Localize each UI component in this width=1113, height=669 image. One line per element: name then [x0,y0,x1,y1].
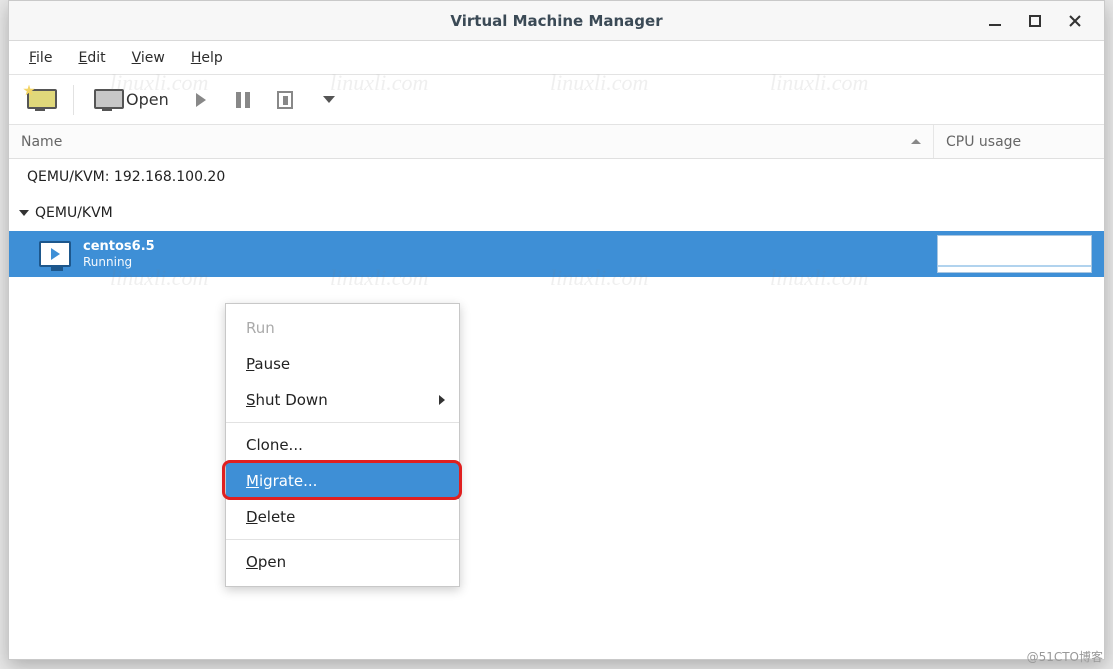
minimize-button[interactable] [984,10,1006,32]
ctx-pause[interactable]: Pause [226,346,459,382]
host-local[interactable]: QEMU/KVM [9,195,1104,231]
ctx-clone[interactable]: Clone... [226,427,459,463]
vm-running-icon [39,241,71,267]
window-title: Virtual Machine Manager [9,12,1104,30]
column-headers: Name CPU usage [9,125,1104,159]
toolbar-separator [73,85,74,115]
title-bar: Virtual Machine Manager [9,1,1104,41]
vm-row-selected[interactable]: centos6.5 Running [9,231,1104,277]
new-vm-button[interactable] [19,82,61,118]
play-icon [196,93,206,107]
menu-file[interactable]: File [17,44,64,72]
ctx-open-label: Open [246,553,286,571]
window-controls [984,1,1098,41]
disclosure-triangle-icon [19,210,29,216]
vm-status: Running [83,255,155,269]
menu-help[interactable]: Help [179,44,235,72]
ctx-shutdown[interactable]: Shut Down [226,382,459,418]
toolbar: Open [9,75,1104,125]
ctx-delete[interactable]: Delete [226,499,459,535]
column-cpu-label: CPU usage [946,134,1021,150]
open-label: Open [126,90,169,109]
monitor-icon [94,89,120,111]
maximize-button[interactable] [1024,10,1046,32]
vm-context-menu: Run Pause Shut Down Clone... Migrate... … [225,303,460,587]
vm-list: QEMU/KVM: 192.168.100.20 QEMU/KVM centos… [9,159,1104,277]
ctx-pause-label: Pause [246,355,290,373]
ctx-separator [226,422,459,423]
open-vm-button[interactable]: Open [86,82,177,118]
host-local-label: QEMU/KVM [35,205,113,221]
submenu-arrow-icon [439,395,445,405]
ctx-run: Run [226,310,459,346]
close-button[interactable] [1064,10,1086,32]
cpu-usage-graph [937,235,1092,273]
run-button[interactable] [183,82,219,118]
shutdown-button[interactable] [267,82,303,118]
shutdown-icon [277,91,293,109]
sort-ascending-icon [911,139,921,144]
chevron-down-icon [323,96,335,103]
shutdown-dropdown[interactable] [309,82,345,118]
footer-watermark: @51CTO博客 [1027,648,1103,665]
ctx-open[interactable]: Open [226,544,459,580]
app-window: Virtual Machine Manager File Edit View H… [8,0,1105,660]
new-vm-icon [27,89,53,111]
column-name[interactable]: Name [9,125,934,158]
column-cpu-usage[interactable]: CPU usage [934,125,1104,158]
ctx-shutdown-label: Shut Down [246,391,328,409]
ctx-separator-2 [226,539,459,540]
ctx-migrate-label: Migrate... [246,472,317,490]
menu-bar: File Edit View Help [9,41,1104,75]
menu-edit[interactable]: Edit [66,44,117,72]
vm-name: centos6.5 [83,239,155,255]
vm-text: centos6.5 Running [83,239,155,269]
column-name-label: Name [21,134,62,150]
pause-icon [236,92,250,108]
ctx-migrate[interactable]: Migrate... [226,463,459,499]
ctx-delete-label: Delete [246,508,295,526]
ctx-run-label: Run [246,319,275,337]
ctx-clone-label: Clone... [246,436,303,454]
host-remote[interactable]: QEMU/KVM: 192.168.100.20 [9,159,1104,195]
menu-view[interactable]: View [120,44,177,72]
pause-button[interactable] [225,82,261,118]
